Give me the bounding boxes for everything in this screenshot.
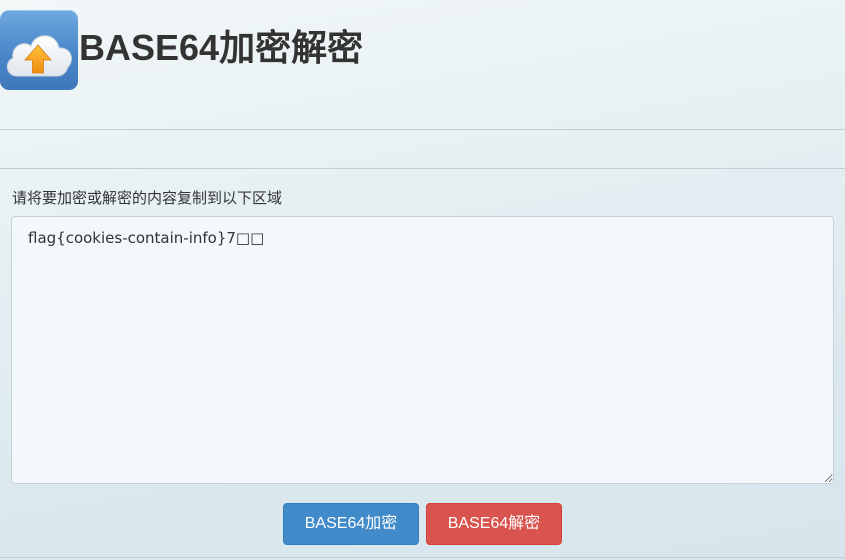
base64-encode-button[interactable]: BASE64加密 — [283, 503, 419, 545]
header: BASE64加密解密 — [0, 0, 845, 129]
section-divider — [0, 168, 845, 169]
page-title: BASE64加密解密 — [79, 27, 364, 68]
textarea-label: 请将要加密或解密的内容复制到以下区域 — [12, 190, 283, 207]
cloud-upload-icon — [0, 10, 78, 90]
base64-decode-button[interactable]: BASE64解密 — [426, 503, 562, 545]
header-divider — [0, 129, 845, 130]
content-textarea[interactable]: flag{cookies-contain-info}7□□ — [11, 216, 834, 484]
footer-divider — [0, 557, 845, 558]
